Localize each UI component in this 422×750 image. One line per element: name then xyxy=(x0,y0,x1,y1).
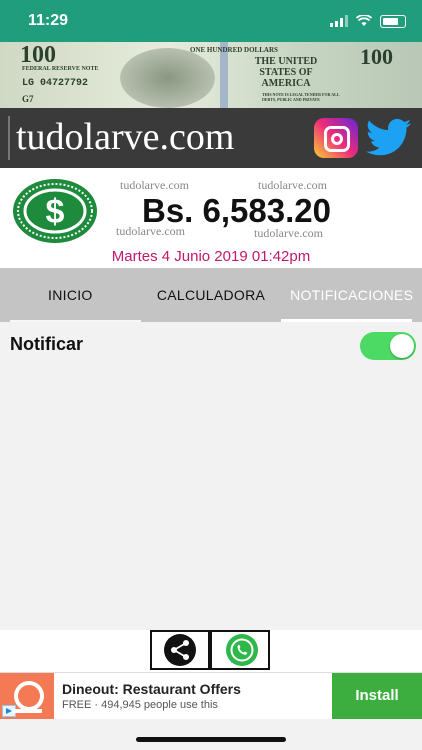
whatsapp-share-button[interactable] xyxy=(210,630,270,670)
share-bar xyxy=(0,630,422,672)
instagram-icon[interactable] xyxy=(314,118,358,158)
ad-install-button[interactable]: Install xyxy=(332,673,422,719)
watermark-text: tudolarve.com xyxy=(120,178,189,192)
status-bar: 11:29 xyxy=(0,0,422,42)
rate-datetime: Martes 4 Junio 2019 01:42pm xyxy=(111,248,311,265)
rate-panel: $ tudolarve.com tudolarve.com tudolarve.… xyxy=(0,168,422,268)
portrait-image xyxy=(120,48,215,108)
notify-setting-row: Notificar xyxy=(0,322,422,368)
dineout-logo xyxy=(0,673,54,719)
ad-banner[interactable]: Dineout: Restaurant Offers FREE · 494,94… xyxy=(0,672,422,719)
watermark-text: tudolarve.com xyxy=(258,178,327,192)
notify-toggle[interactable] xyxy=(360,332,416,360)
tab-bar: INICIO CALCULADORA NOTIFICACIONES xyxy=(0,268,422,322)
share-button[interactable] xyxy=(150,630,210,670)
brand-bar: tudolarve.com xyxy=(0,108,422,168)
twitter-icon[interactable] xyxy=(366,118,412,158)
status-icons xyxy=(330,14,406,28)
whatsapp-icon xyxy=(226,634,258,666)
status-time: 11:29 xyxy=(28,12,69,29)
notify-label: Notificar xyxy=(10,334,84,354)
battery-icon xyxy=(380,14,406,28)
tab-calculadora[interactable]: CALCULADORA xyxy=(141,268,282,322)
wifi-icon xyxy=(356,15,372,26)
share-icon xyxy=(164,634,196,666)
ad-choices-icon[interactable] xyxy=(2,705,16,717)
dollar-coin-icon: $ xyxy=(13,179,97,243)
site-name[interactable]: tudolarve.com xyxy=(16,112,234,162)
exchange-rate: Bs. 6,583.20 xyxy=(142,192,331,229)
tab-notificaciones[interactable]: NOTIFICACIONES xyxy=(281,268,422,322)
ad-subtitle: FREE · 494,945 people use this xyxy=(62,699,218,711)
header-banner: 100 100 ONE HUNDRED DOLLARS FEDERAL RESE… xyxy=(0,42,422,168)
signal-icon xyxy=(330,15,348,27)
tab-inicio[interactable]: INICIO xyxy=(0,268,141,322)
dollar-bill-image: 100 100 ONE HUNDRED DOLLARS FEDERAL RESE… xyxy=(0,42,422,108)
svg-text:$: $ xyxy=(46,193,65,231)
toggle-knob xyxy=(390,334,414,358)
home-indicator xyxy=(136,737,286,742)
ad-title: Dineout: Restaurant Offers xyxy=(62,681,241,697)
